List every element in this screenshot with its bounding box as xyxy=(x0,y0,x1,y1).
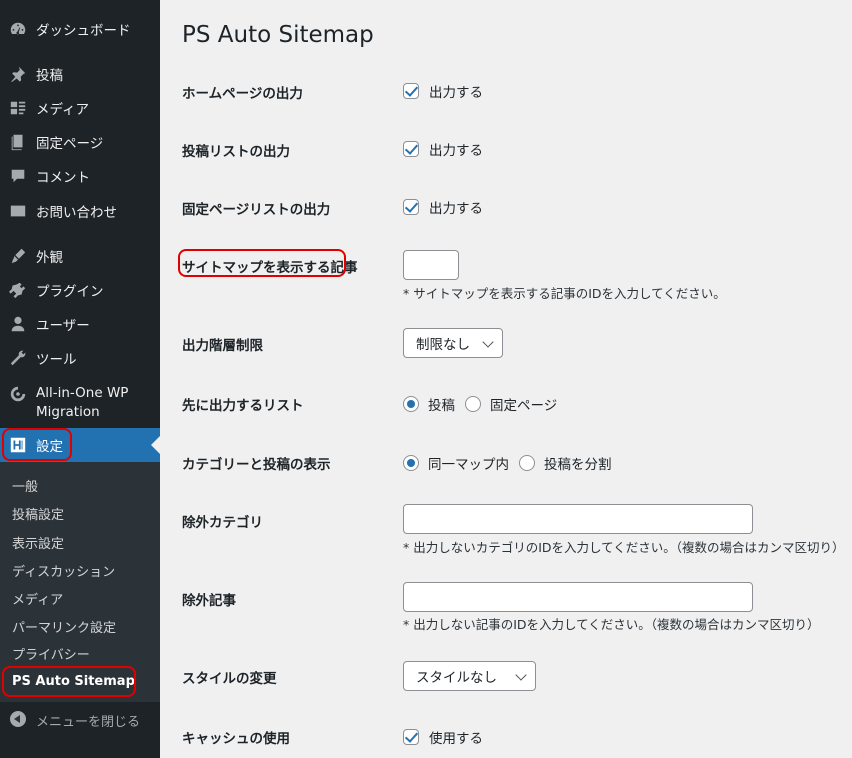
submenu-item-permalink[interactable]: パーマリンク設定 xyxy=(12,617,116,636)
menu-item-posts[interactable]: 投稿 xyxy=(0,64,160,84)
collapse-menu-label: メニューを閉じる xyxy=(36,715,141,730)
menu-item-label: ユーザー xyxy=(36,318,90,334)
first-list-radios: 投稿 固定ページ xyxy=(403,394,567,414)
depth-limit-selected: 制限なし xyxy=(416,337,470,353)
cache-checkbox[interactable] xyxy=(403,729,419,745)
menu-item-tools[interactable]: ツール xyxy=(0,348,160,368)
submenu-item-reading[interactable]: 表示設定 xyxy=(12,533,64,552)
menu-item-label: コメント xyxy=(36,170,90,186)
menu-item-comments[interactable]: コメント xyxy=(0,166,160,186)
style-change-label: スタイルの変更 xyxy=(182,671,277,687)
dashboard-icon xyxy=(9,20,27,38)
submenu-item-writing[interactable]: 投稿設定 xyxy=(12,504,64,523)
chevron-down-icon xyxy=(482,336,494,348)
sitemap-post-input[interactable] xyxy=(403,250,459,280)
menu-item-dashboard[interactable]: ダッシュボード xyxy=(0,19,160,39)
first-list-label: 先に出力するリスト xyxy=(182,398,304,414)
category-display-option-same: 同一マップ内 xyxy=(428,457,509,473)
collapse-arrow-icon xyxy=(10,711,26,727)
wrench-icon xyxy=(9,349,27,367)
menu-item-users[interactable]: ユーザー xyxy=(0,314,160,334)
style-change-selected: スタイルなし xyxy=(416,670,497,686)
submenu-item-discussion[interactable]: ディスカッション xyxy=(12,561,115,580)
home-output-option: 出力する xyxy=(429,85,483,101)
exclude-post-label: 除外記事 xyxy=(182,593,236,609)
page-list-option: 出力する xyxy=(429,201,483,217)
active-indicator xyxy=(151,436,160,454)
media-icon xyxy=(9,99,27,117)
page-icon xyxy=(9,133,27,151)
post-list-option: 出力する xyxy=(429,143,483,159)
first-list-option-posts: 投稿 xyxy=(428,398,455,414)
migration-icon xyxy=(9,385,27,403)
sitemap-post-label: サイトマップを表示する記事 xyxy=(182,260,358,276)
menu-item-label: ツール xyxy=(36,352,77,368)
menu-item-media[interactable]: メディア xyxy=(0,98,160,118)
brush-icon xyxy=(9,247,27,265)
menu-item-plugins[interactable]: プラグイン xyxy=(0,280,160,300)
menu-item-label: プラグイン xyxy=(36,284,104,300)
menu-item-label-line2: Migration xyxy=(36,404,100,420)
plugin-icon xyxy=(9,281,27,299)
mail-icon xyxy=(9,202,27,220)
home-output-label: ホームページの出力 xyxy=(182,86,303,102)
menu-item-label: 設定 xyxy=(36,439,63,455)
exclude-category-input[interactable] xyxy=(403,504,753,534)
submenu-item-media[interactable]: メディア xyxy=(12,589,63,608)
settings-icon xyxy=(9,436,27,454)
submenu-item-general[interactable]: 一般 xyxy=(12,476,38,495)
exclude-post-input[interactable] xyxy=(403,582,753,612)
post-list-label: 投稿リストの出力 xyxy=(182,144,290,160)
exclude-post-help: * 出力しない記事のIDを入力してください。（複数の場合はカンマ区切り） xyxy=(403,617,820,632)
menu-item-label: 固定ページ xyxy=(36,136,104,152)
cache-label: キャッシュの使用 xyxy=(182,731,290,747)
exclude-category-label: 除外カテゴリ xyxy=(182,515,263,531)
menu-item-migration[interactable]: All-in-One WP Migration xyxy=(0,384,160,422)
page-list-field: 出力する xyxy=(403,197,483,217)
exclude-category-help: * 出力しないカテゴリのIDを入力してください。（複数の場合はカンマ区切り） xyxy=(403,540,845,555)
category-display-radio-split[interactable] xyxy=(519,455,535,471)
home-output-checkbox[interactable] xyxy=(403,83,419,99)
user-icon xyxy=(9,315,27,333)
cache-field: 使用する xyxy=(403,727,483,747)
menu-item-label-group: All-in-One WP Migration xyxy=(36,384,128,422)
style-change-select[interactable]: スタイルなし xyxy=(403,661,536,691)
first-list-option-pages: 固定ページ xyxy=(490,398,558,414)
menu-item-pages[interactable]: 固定ページ xyxy=(0,132,160,152)
menu-item-label: 投稿 xyxy=(36,68,63,84)
category-display-radios: 同一マップ内 投稿を分割 xyxy=(403,453,622,473)
menu-item-label: 外観 xyxy=(36,250,63,266)
post-list-checkbox[interactable] xyxy=(403,141,419,157)
main-content: PS Auto Sitemap ホームページの出力 出力する 投稿リストの出力 … xyxy=(160,0,852,758)
submenu-item-privacy[interactable]: プライバシー xyxy=(12,644,90,663)
chevron-down-icon xyxy=(515,669,527,681)
category-display-label: カテゴリーと投稿の表示 xyxy=(182,457,331,473)
settings-submenu: 一般 投稿設定 表示設定 ディスカッション メディア パーマリンク設定 プライバ… xyxy=(0,462,160,702)
first-list-radio-posts[interactable] xyxy=(403,396,419,412)
depth-limit-label: 出力階層制限 xyxy=(182,338,263,354)
comment-icon xyxy=(9,167,27,185)
sitemap-post-help: * サイトマップを表示する記事のIDを入力してください。 xyxy=(403,286,726,301)
menu-item-contact[interactable]: お問い合わせ xyxy=(0,201,160,221)
submenu-item-ps-auto-sitemap[interactable]: PS Auto Sitemap xyxy=(12,674,135,689)
page-list-label: 固定ページリストの出力 xyxy=(182,202,331,218)
depth-limit-select[interactable]: 制限なし xyxy=(403,328,503,358)
home-output-field: 出力する xyxy=(403,81,483,101)
page-list-checkbox[interactable] xyxy=(403,199,419,215)
post-list-field: 出力する xyxy=(403,139,483,159)
menu-item-label: お問い合わせ xyxy=(36,205,117,221)
admin-sidebar: ダッシュボード 投稿 メディア 固定ページ コメント お問い合わせ 外観 プラグ… xyxy=(0,0,160,758)
menu-item-label: メディア xyxy=(36,102,90,118)
cache-option: 使用する xyxy=(429,731,483,747)
menu-item-label: ダッシュボード xyxy=(36,23,131,39)
pin-icon xyxy=(9,65,27,83)
menu-item-appearance[interactable]: 外観 xyxy=(0,246,160,266)
first-list-radio-pages[interactable] xyxy=(465,396,481,412)
collapse-menu-button[interactable]: メニューを閉じる xyxy=(0,706,160,734)
menu-item-label-line1: All-in-One WP xyxy=(36,385,129,401)
menu-item-settings[interactable]: 設定 xyxy=(0,428,160,462)
page-title: PS Auto Sitemap xyxy=(182,22,374,48)
category-display-option-split: 投稿を分割 xyxy=(544,457,612,473)
category-display-radio-same[interactable] xyxy=(403,455,419,471)
